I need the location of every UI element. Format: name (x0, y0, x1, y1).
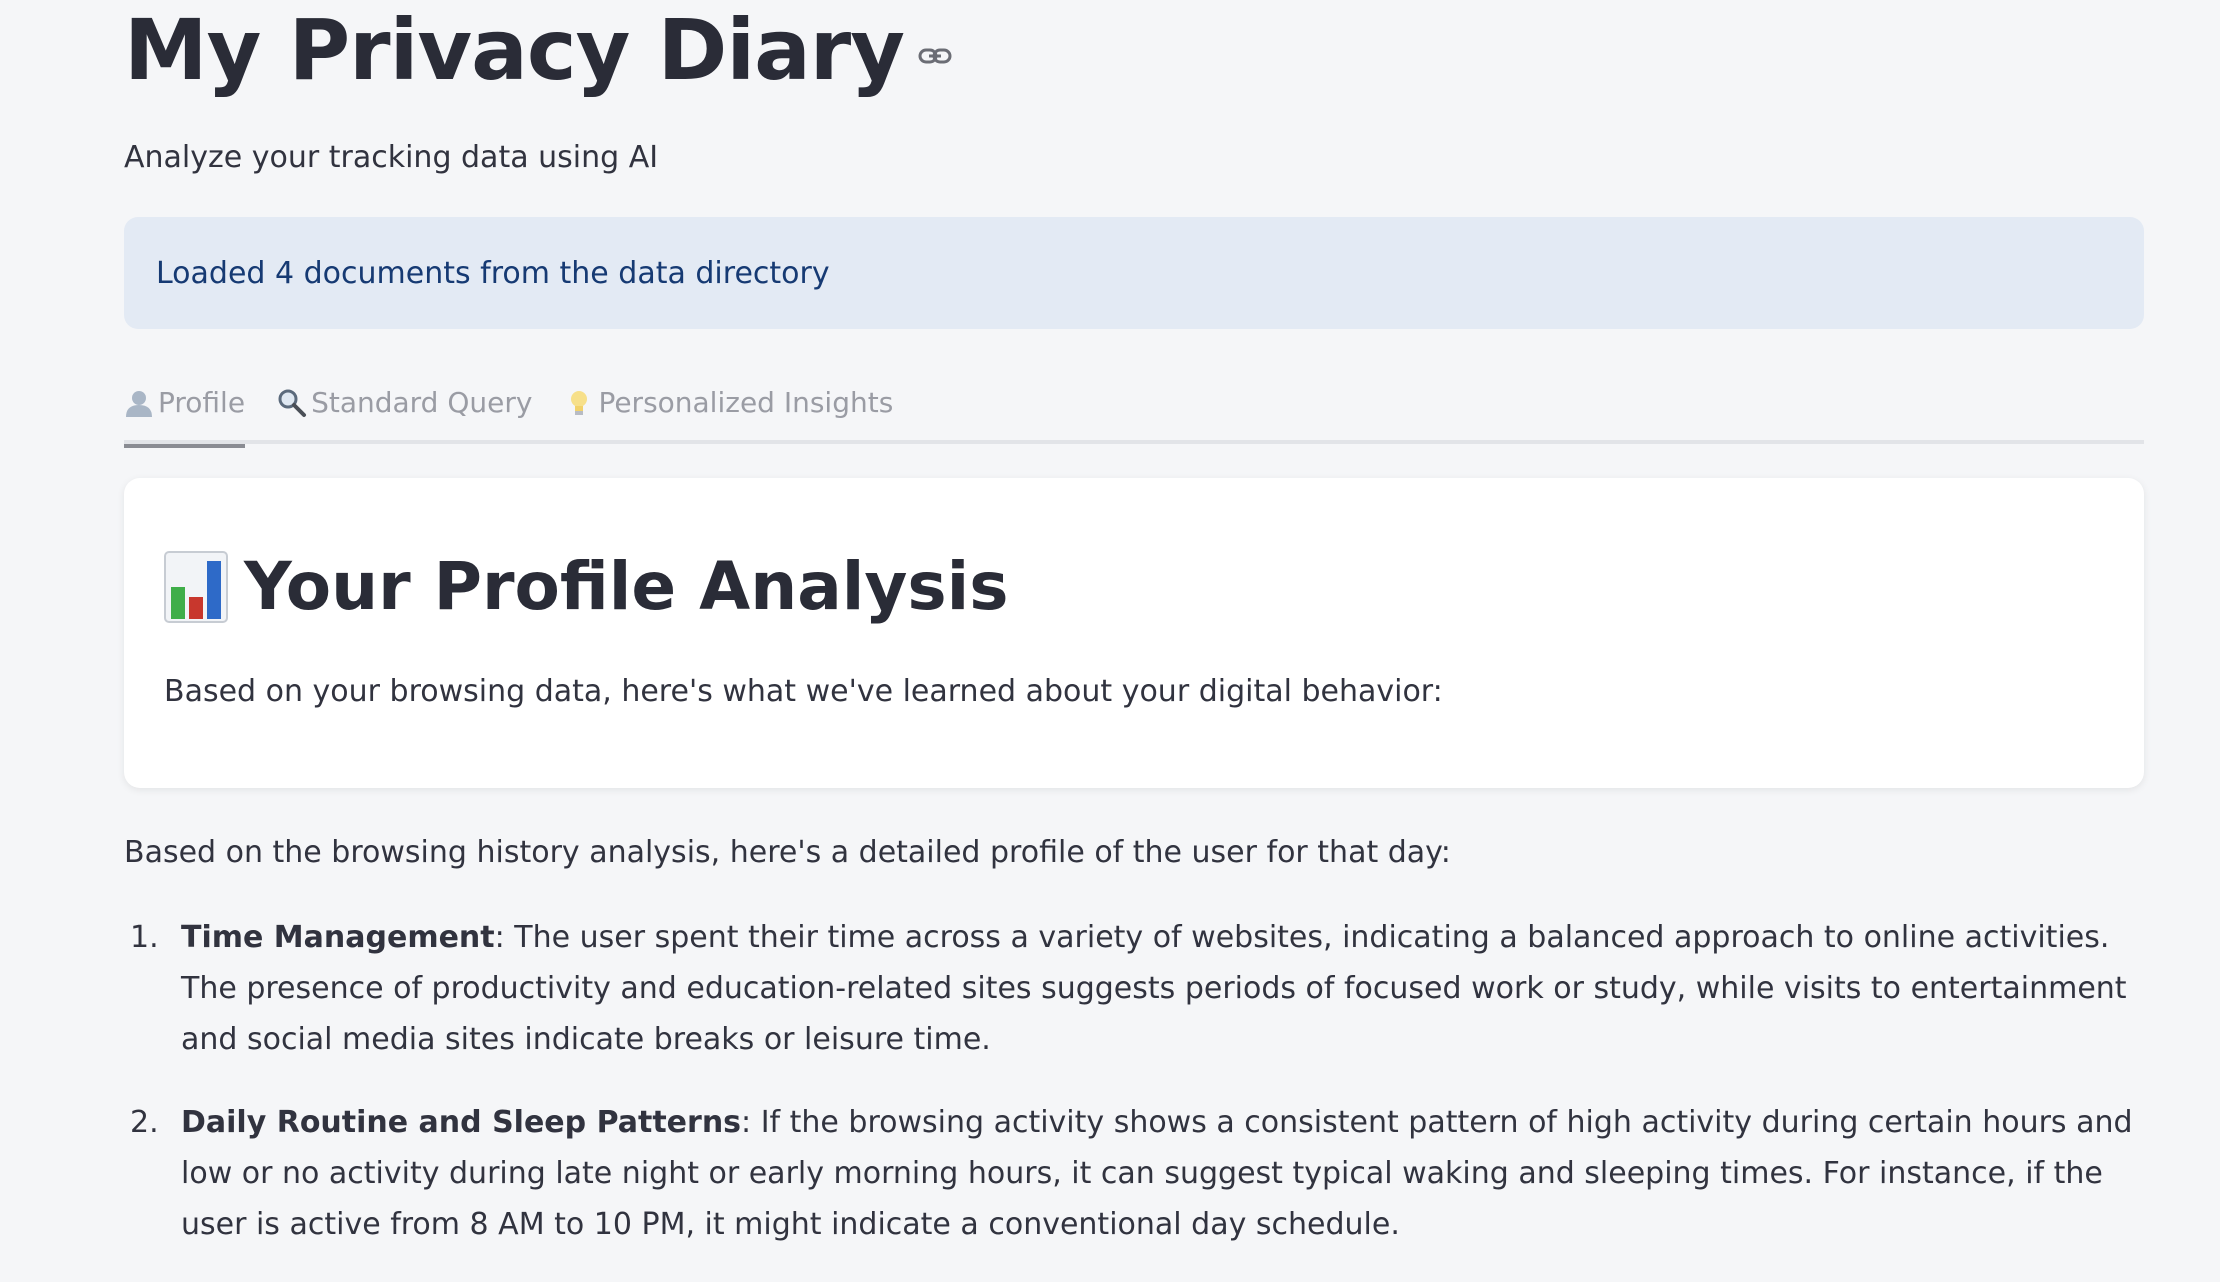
card-description: Based on your browsing data, here's what… (164, 674, 1443, 709)
list-item-heading: Daily Routine and Sleep Patterns (181, 1105, 742, 1140)
page-title: My Privacy Diary (124, 1, 905, 99)
analysis-list: 1. Time Management: The user spent their… (124, 912, 2144, 1282)
tab-standard-query[interactable]: Standard Query (277, 372, 532, 444)
tab-label: Standard Query (311, 386, 533, 419)
list-item: 1. Time Management: The user spent their… (124, 912, 2144, 1065)
title-row: My Privacy Diary (124, 0, 952, 100)
person-icon (126, 391, 152, 417)
tab-label: Profile (158, 386, 246, 419)
list-item: 2. Daily Routine and Sleep Patterns: If … (124, 1097, 2144, 1250)
tab-label: Personalized Insights (598, 386, 894, 419)
info-alert: Loaded 4 documents from the data directo… (124, 217, 2144, 329)
tab-personalized-insights[interactable]: Personalized Insights (564, 372, 893, 444)
list-number: 1. (130, 920, 159, 955)
lightbulb-icon (571, 391, 588, 415)
list-item-heading: Time Management (181, 920, 495, 955)
card-heading: Your Profile Analysis (164, 548, 1009, 625)
profile-card: Your Profile Analysis Based on your brow… (124, 478, 2144, 788)
page-subtitle: Analyze your tracking data using AI (124, 140, 659, 175)
info-message: Loaded 4 documents from the data directo… (156, 255, 830, 291)
analysis-intro: Based on the browsing history analysis, … (124, 835, 1451, 870)
tab-bar: Profile Standard Query Personalized Insi… (124, 372, 2144, 448)
list-number: 2. (130, 1105, 159, 1140)
link-icon[interactable] (918, 45, 952, 67)
card-title: Your Profile Analysis (244, 548, 1009, 625)
magnifier-icon (278, 389, 307, 417)
tab-profile[interactable]: Profile (124, 372, 246, 448)
bar-chart-icon (164, 550, 228, 623)
